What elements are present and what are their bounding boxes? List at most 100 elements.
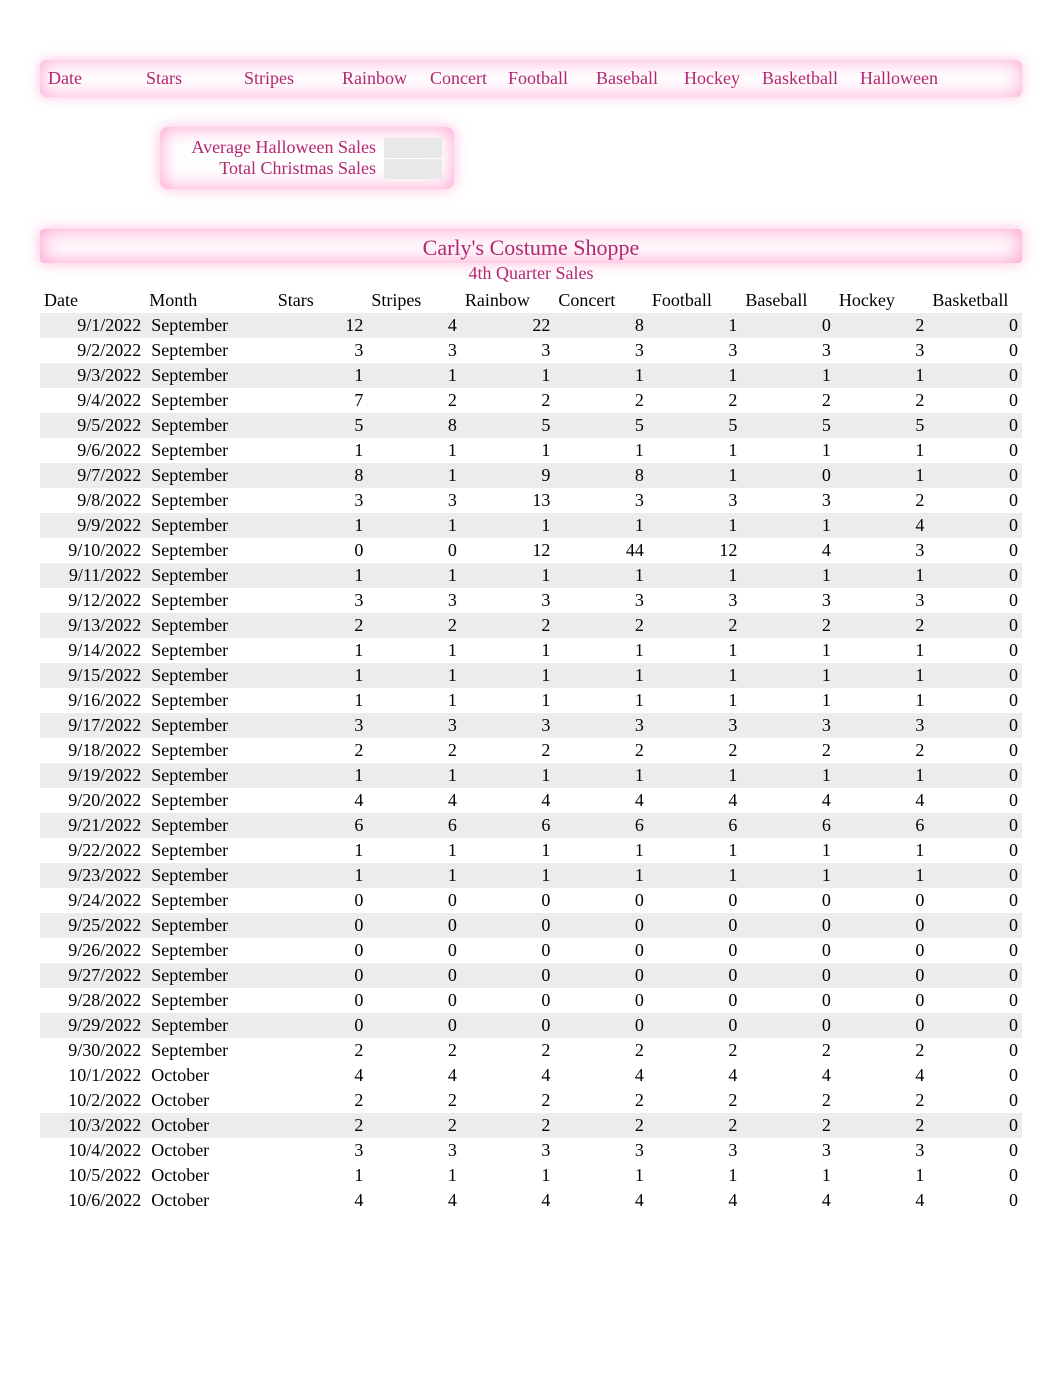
- cell-value: 0: [928, 913, 1022, 938]
- cell-date: 9/5/2022: [40, 413, 145, 438]
- cell-date: 9/16/2022: [40, 688, 145, 713]
- cell-value: 1: [367, 438, 461, 463]
- cell-value: 1: [835, 463, 929, 488]
- cell-value: 2: [461, 1088, 555, 1113]
- cell-date: 9/23/2022: [40, 863, 145, 888]
- cell-value: 0: [554, 963, 648, 988]
- cell-value: 0: [928, 1038, 1022, 1063]
- cell-month: October: [145, 1188, 274, 1213]
- table-row: 9/2/2022September33333330: [40, 338, 1022, 363]
- cell-value: 0: [928, 938, 1022, 963]
- cell-value: 1: [835, 638, 929, 663]
- cell-value: 0: [648, 963, 742, 988]
- cell-value: 2: [835, 388, 929, 413]
- cell-month: September: [145, 1038, 274, 1063]
- cell-value: 1: [554, 513, 648, 538]
- cell-value: 8: [554, 313, 648, 338]
- cell-value: 5: [741, 413, 835, 438]
- cell-value: 2: [274, 1088, 368, 1113]
- cell-value: 0: [928, 388, 1022, 413]
- cell-value: 1: [835, 863, 929, 888]
- cell-value: 1: [367, 663, 461, 688]
- top-header-basketball: Basketball: [758, 68, 856, 89]
- cell-value: 6: [835, 813, 929, 838]
- summary-block: Average Halloween Sales Total Christmas …: [160, 127, 454, 189]
- cell-date: 9/12/2022: [40, 588, 145, 613]
- cell-value: 2: [835, 738, 929, 763]
- cell-value: 0: [461, 913, 555, 938]
- cell-value: 1: [741, 863, 835, 888]
- cell-value: 3: [554, 1138, 648, 1163]
- cell-date: 9/18/2022: [40, 738, 145, 763]
- cell-value: 7: [274, 388, 368, 413]
- cell-value: 1: [554, 563, 648, 588]
- top-header-halloween: Halloween: [856, 68, 954, 89]
- cell-value: 0: [928, 438, 1022, 463]
- cell-value: 0: [835, 938, 929, 963]
- cell-date: 9/22/2022: [40, 838, 145, 863]
- cell-month: September: [145, 438, 274, 463]
- cell-value: 1: [554, 638, 648, 663]
- cell-value: 0: [274, 938, 368, 963]
- cell-value: 4: [741, 1188, 835, 1213]
- cell-value: 1: [461, 838, 555, 863]
- cell-date: 9/9/2022: [40, 513, 145, 538]
- cell-value: 2: [367, 388, 461, 413]
- cell-value: 8: [274, 463, 368, 488]
- cell-value: 1: [741, 513, 835, 538]
- cell-value: 5: [648, 413, 742, 438]
- avg-halloween-value: [384, 138, 442, 158]
- cell-value: 2: [274, 613, 368, 638]
- cell-value: 1: [367, 463, 461, 488]
- cell-value: 4: [835, 788, 929, 813]
- cell-date: 9/21/2022: [40, 813, 145, 838]
- cell-value: 3: [741, 488, 835, 513]
- top-header-date: Date: [44, 68, 142, 89]
- cell-value: 1: [741, 438, 835, 463]
- table-row: 9/4/2022September72222220: [40, 388, 1022, 413]
- cell-value: 0: [928, 513, 1022, 538]
- cell-value: 12: [648, 538, 742, 563]
- cell-value: 1: [461, 663, 555, 688]
- cell-month: September: [145, 788, 274, 813]
- cell-value: 2: [741, 613, 835, 638]
- cell-value: 0: [741, 938, 835, 963]
- cell-value: 0: [648, 888, 742, 913]
- cell-value: 2: [648, 1113, 742, 1138]
- top-header-football: Football: [504, 68, 592, 89]
- cell-value: 0: [367, 888, 461, 913]
- col-header-rainbow: Rainbow: [461, 288, 555, 313]
- cell-value: 1: [274, 363, 368, 388]
- cell-value: 1: [648, 1163, 742, 1188]
- cell-value: 3: [274, 488, 368, 513]
- cell-month: October: [145, 1063, 274, 1088]
- cell-value: 2: [741, 1038, 835, 1063]
- cell-value: 2: [648, 738, 742, 763]
- col-header-football: Football: [648, 288, 742, 313]
- cell-value: 0: [274, 1013, 368, 1038]
- cell-value: 1: [367, 513, 461, 538]
- cell-value: 2: [835, 313, 929, 338]
- cell-value: 0: [648, 1013, 742, 1038]
- cell-date: 9/15/2022: [40, 663, 145, 688]
- cell-value: 2: [554, 738, 648, 763]
- cell-value: 0: [741, 1013, 835, 1038]
- cell-value: 0: [554, 1013, 648, 1038]
- cell-value: 2: [461, 613, 555, 638]
- cell-date: 9/17/2022: [40, 713, 145, 738]
- top-header-hockey: Hockey: [680, 68, 758, 89]
- cell-value: 3: [648, 488, 742, 513]
- cell-value: 0: [928, 813, 1022, 838]
- cell-value: 1: [274, 763, 368, 788]
- cell-value: 0: [461, 1013, 555, 1038]
- cell-value: 1: [648, 663, 742, 688]
- cell-value: 6: [367, 813, 461, 838]
- cell-value: 0: [461, 888, 555, 913]
- cell-value: 0: [648, 938, 742, 963]
- cell-value: 2: [554, 1088, 648, 1113]
- cell-value: 2: [741, 1113, 835, 1138]
- table-row: 9/14/2022September11111110: [40, 638, 1022, 663]
- cell-value: 2: [461, 388, 555, 413]
- cell-value: 2: [648, 1038, 742, 1063]
- cell-value: 4: [367, 313, 461, 338]
